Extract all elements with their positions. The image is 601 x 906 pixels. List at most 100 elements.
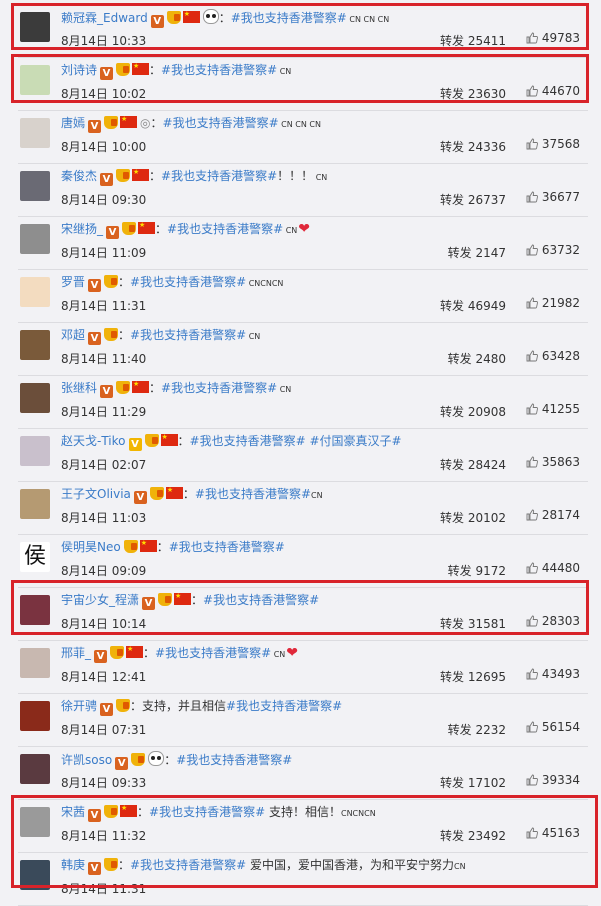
- post-date[interactable]: 8月14日 09:30: [61, 191, 146, 208]
- hashtag-link[interactable]: #我也支持香港警察#: [190, 434, 306, 448]
- like-button[interactable]: 37568: [526, 137, 580, 151]
- author-name-link[interactable]: 赵天戈-Tiko: [61, 434, 126, 448]
- post-date[interactable]: 8月14日 09:09: [61, 562, 146, 579]
- author-name-link[interactable]: 张继科: [61, 381, 97, 395]
- vip-badge-icon: [123, 540, 138, 553]
- like-button[interactable]: 63732: [526, 243, 580, 257]
- repost-count[interactable]: 转发 24336: [440, 138, 506, 155]
- avatar[interactable]: [20, 277, 50, 307]
- post-row: 张继科V ：#我也支持香港警察# CN 8月14日 11:29 转发 20908 412…: [18, 375, 588, 429]
- author-name-link[interactable]: 王子文Olivia: [61, 487, 131, 501]
- author-name-link[interactable]: 徐开骋: [61, 699, 97, 713]
- repost-count[interactable]: 转发 26737: [440, 191, 506, 208]
- verified-v-icon: V: [94, 650, 108, 663]
- colon: ：: [177, 434, 190, 448]
- repost-count[interactable]: 转发 17102: [440, 774, 506, 791]
- thumbs-up-icon: [526, 562, 538, 574]
- post-date[interactable]: 8月14日 12:41: [61, 668, 146, 685]
- author-name-link[interactable]: 宋继扬_: [61, 222, 103, 236]
- avatar[interactable]: [20, 171, 50, 201]
- repost-count[interactable]: 转发 2480: [448, 350, 506, 367]
- avatar[interactable]: [20, 118, 50, 148]
- avatar[interactable]: [20, 701, 50, 731]
- hashtag-link[interactable]: #付国豪真汉子#: [306, 434, 401, 448]
- author-name-link[interactable]: 许凯soso: [61, 753, 112, 767]
- like-button[interactable]: 35863: [526, 455, 580, 469]
- author-name-link[interactable]: 唐嫣: [61, 116, 85, 130]
- hashtag-link[interactable]: #我也支持香港警察#: [163, 116, 279, 130]
- post-row: 邢菲_V ：#我也支持香港警察# CN❤ 8月14日 12:41 转发 12695 43…: [18, 640, 588, 694]
- post-text-line: 赵天戈-TikoV ：#我也支持香港警察# #付国豪真汉子#: [61, 433, 402, 451]
- colon: ：: [118, 275, 131, 289]
- like-button[interactable]: 41255: [526, 402, 580, 416]
- china-flag-icon: [120, 115, 138, 128]
- post-date[interactable]: 8月14日 10:00: [61, 138, 146, 155]
- like-count: 21982: [541, 296, 580, 310]
- repost-count[interactable]: 转发 20102: [440, 509, 506, 526]
- avatar[interactable]: [20, 383, 50, 413]
- verified-v-icon: V: [88, 120, 102, 133]
- like-button[interactable]: 28174: [526, 508, 580, 522]
- repost-count[interactable]: 转发 28424: [440, 456, 506, 473]
- author-name-link[interactable]: 侯明昊Neo: [61, 540, 121, 554]
- author-name-link[interactable]: 罗晋: [61, 275, 85, 289]
- hashtag-link[interactable]: #我也支持香港警察#: [130, 328, 246, 342]
- post-date[interactable]: 8月14日 11:09: [61, 244, 146, 261]
- hashtag-link[interactable]: #我也支持香港警察#: [167, 222, 283, 236]
- post-date[interactable]: 8月14日 11:40: [61, 350, 146, 367]
- repost-count[interactable]: 转发 12695: [440, 668, 506, 685]
- avatar[interactable]: [20, 224, 50, 254]
- repost-count[interactable]: 转发 9172: [448, 562, 506, 579]
- like-count: 37568: [541, 137, 580, 151]
- cn-text: CN: [271, 650, 286, 659]
- colon: ：: [143, 646, 156, 660]
- post-date[interactable]: 8月14日 07:31: [61, 721, 146, 738]
- repost-count[interactable]: 转发 2232: [448, 721, 506, 738]
- like-button[interactable]: 56154: [526, 720, 580, 734]
- hashtag-link[interactable]: #我也支持香港警察#: [176, 753, 292, 767]
- avatar[interactable]: [20, 648, 50, 678]
- panda-emoji-icon: [148, 751, 165, 766]
- hashtag-link[interactable]: #我也支持香港警察#: [226, 699, 342, 713]
- repost-count[interactable]: 转发 20908: [440, 403, 506, 420]
- avatar[interactable]: [20, 754, 50, 784]
- avatar[interactable]: 侯: [20, 542, 50, 572]
- like-button[interactable]: 44480: [526, 561, 580, 575]
- hashtag-link[interactable]: #我也支持香港警察#: [169, 540, 285, 554]
- like-button[interactable]: 21982: [526, 296, 580, 310]
- thumbs-up-icon: [526, 244, 538, 256]
- post-text-line: 侯明昊Neo ：#我也支持香港警察#: [61, 539, 285, 555]
- post-date[interactable]: 8月14日 11:29: [61, 403, 146, 420]
- like-button[interactable]: 39334: [526, 773, 580, 787]
- cn-text: CN: [283, 226, 298, 235]
- avatar[interactable]: [20, 489, 50, 519]
- china-flag-icon: [139, 539, 157, 552]
- like-button[interactable]: 63428: [526, 349, 580, 363]
- hashtag-link[interactable]: #我也支持香港警察#: [161, 381, 277, 395]
- vip-badge-icon: [144, 434, 159, 447]
- hashtag-link[interactable]: #我也支持香港警察#: [130, 275, 246, 289]
- colon: ：: [118, 328, 131, 342]
- hashtag-link[interactable]: #我也支持香港警察#: [195, 487, 311, 501]
- hashtag-link[interactable]: #我也支持香港警察#: [161, 169, 277, 183]
- like-count: 41255: [541, 402, 580, 416]
- post-date[interactable]: 8月14日 02:07: [61, 456, 146, 473]
- author-name-link[interactable]: 邓超: [61, 328, 85, 342]
- post-date[interactable]: 8月14日 09:33: [61, 774, 146, 791]
- vip-badge-icon: [131, 753, 146, 766]
- verified-v-icon: V: [128, 438, 142, 451]
- avatar[interactable]: [20, 330, 50, 360]
- like-button[interactable]: 36677: [526, 190, 580, 204]
- like-button[interactable]: 43493: [526, 667, 580, 681]
- repost-count[interactable]: 转发 2147: [448, 244, 506, 261]
- repost-count[interactable]: 转发 46949: [440, 297, 506, 314]
- cn-text: CN: [277, 385, 292, 394]
- avatar[interactable]: [20, 436, 50, 466]
- post-text-line: 许凯soso V ：#我也支持香港警察#: [61, 751, 292, 770]
- post-date[interactable]: 8月14日 11:31: [61, 297, 146, 314]
- post-date[interactable]: 8月14日 11:03: [61, 509, 146, 526]
- author-name-link[interactable]: 邢菲_: [61, 646, 91, 660]
- author-name-link[interactable]: 秦俊杰: [61, 169, 97, 183]
- vip-badge-icon: [116, 699, 131, 712]
- hashtag-link[interactable]: #我也支持香港警察#: [155, 646, 271, 660]
